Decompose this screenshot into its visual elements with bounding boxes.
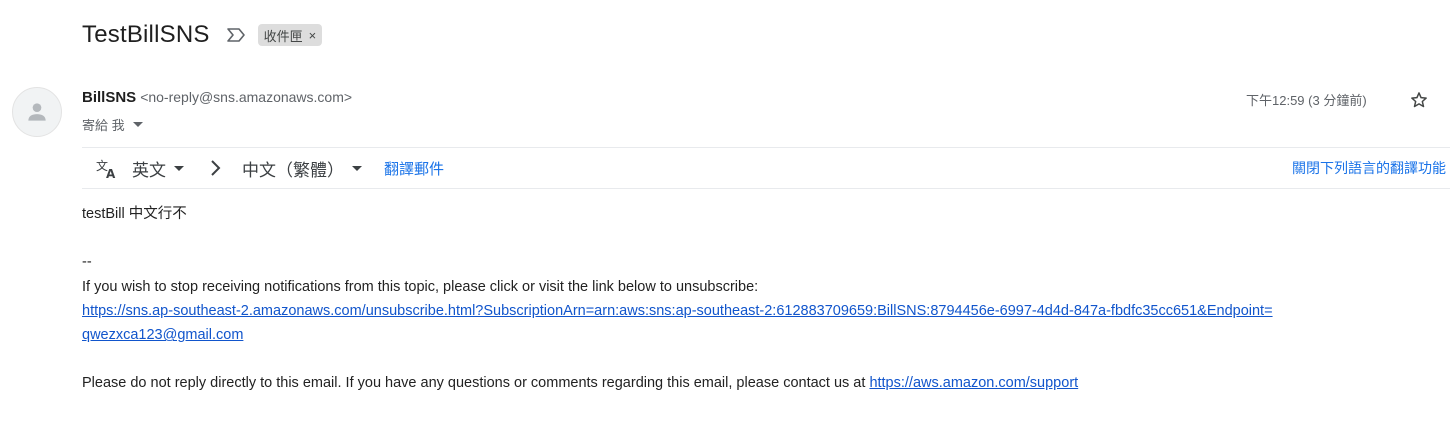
body-line: testBill 中文行不 bbox=[82, 206, 187, 222]
translation-bar: 文 A 英文 中文（繁體） 翻譯郵件 關閉下列語言的翻譯功能 bbox=[82, 147, 1450, 189]
email-timestamp: 下午12:59 (3 分鐘前) bbox=[1246, 93, 1367, 108]
chevron-down-icon bbox=[352, 165, 362, 171]
signature-separator: -- bbox=[82, 254, 92, 271]
target-language-label: 中文（繁體） bbox=[242, 160, 344, 180]
translate-icon: 文 A bbox=[94, 155, 120, 181]
importance-marker-icon[interactable] bbox=[226, 26, 248, 44]
footer-text: Please do not reply directly to this ema… bbox=[82, 371, 1442, 395]
unsubscribe-text: If you wish to stop receiving notificati… bbox=[82, 278, 759, 295]
svg-text:A: A bbox=[106, 167, 116, 180]
source-language-label: 英文 bbox=[132, 160, 166, 180]
turn-off-translation-link[interactable]: 關閉下列語言的翻譯功能 bbox=[1292, 158, 1446, 178]
sender-email: <no-reply@sns.amazonaws.com> bbox=[140, 89, 353, 105]
message-body: testBill 中文行不 -- If you wish to stop rec… bbox=[82, 202, 1442, 396]
unsubscribe-link-endpoint[interactable]: qwezxca123@gmail.com bbox=[82, 327, 243, 343]
inbox-label-chip[interactable]: 收件匣 × bbox=[257, 24, 323, 46]
label-text: 收件匣 bbox=[263, 28, 303, 44]
person-icon bbox=[28, 103, 46, 121]
unsubscribe-link-wrapper: https://sns.ap-southeast-2.amazonaws.com… bbox=[82, 299, 1442, 348]
recipient-text: 寄給 我 bbox=[82, 118, 125, 133]
target-language-select[interactable]: 中文（繁體） bbox=[242, 156, 362, 181]
remove-label-button[interactable]: × bbox=[309, 28, 317, 43]
chevron-down-icon bbox=[132, 122, 143, 127]
support-link[interactable]: https://aws.amazon.com/support bbox=[869, 375, 1078, 391]
star-icon[interactable] bbox=[1407, 88, 1431, 112]
chevron-down-icon bbox=[174, 165, 184, 171]
source-language-select[interactable]: 英文 bbox=[132, 156, 184, 181]
sender-name[interactable]: BillSNS bbox=[82, 89, 136, 106]
footer-message: Please do not reply directly to this ema… bbox=[82, 375, 870, 392]
avatar[interactable] bbox=[12, 87, 62, 137]
email-view: TestBillSNS 收件匣 × BillSNS <no-reply@sns.… bbox=[0, 0, 1450, 431]
translate-message-link[interactable]: 翻譯郵件 bbox=[384, 158, 444, 179]
unsubscribe-link[interactable]: https://sns.ap-southeast-2.amazonaws.com… bbox=[82, 303, 1273, 319]
recipient-details-toggle[interactable]: 寄給 我 bbox=[82, 115, 143, 134]
chevron-right-icon bbox=[210, 158, 224, 178]
sender-line: BillSNS <no-reply@sns.amazonaws.com> bbox=[82, 89, 352, 106]
subject-row: TestBillSNS 收件匣 × bbox=[82, 18, 323, 52]
email-subject: TestBillSNS bbox=[82, 21, 210, 48]
